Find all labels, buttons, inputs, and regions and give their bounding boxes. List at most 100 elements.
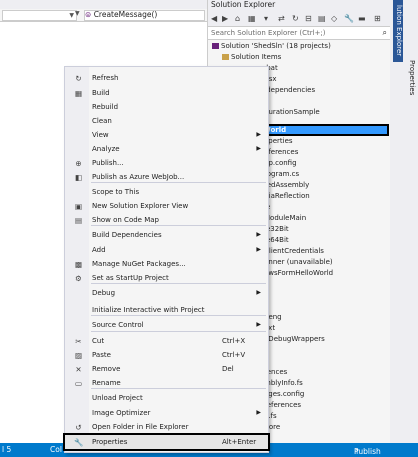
menu-item-label: Build	[92, 89, 110, 97]
menu-item-view[interactable]: View ▶	[65, 128, 268, 142]
menu-item-label: Source Control	[92, 321, 144, 329]
preview-icon[interactable]: ▬	[358, 14, 366, 23]
submenu-arrow-icon: ▶	[256, 289, 261, 296]
menu-item-debug[interactable]: Debug ▶	[65, 286, 268, 300]
menu-item-shortcut: Ctrl+V	[222, 351, 246, 359]
menu-item-image-optimizer[interactable]: Image Optimizer ▶	[65, 406, 268, 420]
tree-item[interactable]: rogram.cs	[264, 169, 299, 180]
search-input[interactable]: Search Solution Explorer (Ctrl+;)	[211, 29, 326, 37]
menu-item-scope-to-this[interactable]: Scope to This	[65, 185, 268, 199]
scissors-icon: ✂	[75, 337, 82, 346]
menu-item-new-solution-explorer-view[interactable]: ▣ New Solution Explorer View	[65, 199, 268, 213]
tree-item[interactable]: gurationSample	[264, 107, 320, 118]
editor-navigation-bar: ▼ ⊜ CreateMessage() ▼	[0, 9, 207, 22]
menu-item-label: Open Folder in File Explorer	[92, 423, 189, 431]
search-icon[interactable]: ⌕	[383, 28, 387, 38]
menu-item-properties[interactable]: 🔧 Properties Alt+Enter	[63, 433, 270, 451]
menu-item-source-control[interactable]: Source Control ▶	[65, 318, 268, 332]
tree-item[interactable]: references	[264, 400, 301, 411]
menu-item-label: Refresh	[92, 74, 119, 82]
menu-separator	[91, 388, 266, 389]
solution-icon	[212, 43, 219, 49]
menu-item-paste[interactable]: ▨ Paste Ctrl+V	[65, 348, 268, 362]
menu-item-build[interactable]: ▦ Build	[65, 86, 268, 100]
menu-item-build-dependencies[interactable]: Build Dependencies ▶	[65, 228, 268, 242]
open-folder-icon: ↺	[75, 423, 82, 432]
rename-icon: ▭	[74, 379, 83, 388]
tree-item[interactable]: ModuleMain	[264, 213, 306, 224]
context-menu: ↻ Refresh ▦ Build Rebuild Clean View ▶ Analyze ▶ ⊕…	[63, 66, 270, 453]
tab-solution-explorer[interactable]: lution Explorer	[393, 0, 403, 62]
menu-separator	[91, 182, 266, 183]
tree-item[interactable]: unner (unavailable)	[264, 257, 333, 268]
menu-item-manage-nuget-packages[interactable]: ▩ Manage NuGet Packages...	[65, 257, 268, 271]
menu-item-label: Add	[92, 246, 106, 254]
collapse-all-icon[interactable]: ⊟	[305, 14, 312, 23]
menu-item-add[interactable]: Add ▶	[65, 243, 268, 257]
menu-item-label: Remove	[92, 365, 121, 373]
menu-item-label: Publish as Azure WebJob...	[92, 173, 185, 181]
paste-icon: ▨	[74, 351, 83, 360]
home-icon[interactable]: ⌂	[235, 14, 240, 23]
properties-icon[interactable]: 🔧	[344, 14, 354, 23]
tree-item[interactable]: .dependencies	[264, 85, 315, 96]
submenu-arrow-icon: ▶	[256, 321, 261, 328]
menu-item-rebuild[interactable]: Rebuild	[65, 100, 268, 114]
forward-icon[interactable]: ▶	[222, 14, 228, 23]
menu-item-publish[interactable]: ⊕ Publish...	[65, 156, 268, 170]
menu-item-label: Analyze	[92, 145, 120, 153]
globe-icon: ⊕	[75, 159, 82, 168]
tree-item[interactable]: Solution Items	[222, 52, 281, 63]
tree-item[interactable]: eferences	[264, 147, 298, 158]
submenu-arrow-icon: ▶	[256, 409, 261, 416]
submenu-arrow-icon: ▶	[256, 145, 261, 152]
auto-hide-pin-icon[interactable]: ⊞	[374, 14, 381, 23]
tree-item[interactable]: tedAssembly	[264, 180, 309, 191]
menu-item-label: Scope to This	[92, 188, 140, 196]
tree-item[interactable]: ClientCredentials	[264, 246, 324, 257]
tree-item[interactable]: eDebugWrappers	[264, 334, 325, 345]
selected-tree-item[interactable]: World	[260, 124, 389, 136]
menu-item-label: New Solution Explorer View	[92, 202, 189, 210]
menu-item-clean[interactable]: Clean	[65, 114, 268, 128]
menu-item-label: View	[92, 131, 109, 139]
menu-item-cut[interactable]: ✂ Cut Ctrl+X	[65, 334, 268, 348]
menu-item-analyze[interactable]: Analyze ▶	[65, 142, 268, 156]
menu-item-unload-project[interactable]: Unload Project	[65, 391, 268, 405]
sync-icon[interactable]: ⇄	[278, 14, 285, 23]
solution-explorer-search[interactable]: Search Solution Explorer (Ctrl+;) ⌕	[208, 27, 391, 40]
azure-webjob-icon: ◧	[74, 173, 83, 182]
tree-item[interactable]: ages.config	[264, 389, 304, 400]
menu-item-label: Image Optimizer	[92, 409, 151, 417]
menu-item-open-folder-in-file-explorer[interactable]: ↺ Open Folder in File Explorer	[65, 420, 268, 434]
view-code-icon[interactable]: ◇	[331, 14, 337, 23]
menu-item-label: Unload Project	[92, 394, 143, 402]
menu-item-shortcut: Del	[222, 365, 234, 373]
menu-item-label: Debug	[92, 289, 116, 297]
menu-separator	[91, 331, 266, 332]
code-map-icon: ▤	[74, 216, 83, 225]
menu-item-label: Publish...	[92, 159, 124, 167]
submenu-arrow-icon: ▶	[256, 131, 261, 138]
menu-item-remove[interactable]: ✕ Remove Del	[65, 362, 268, 376]
refresh-icon[interactable]: ↻	[292, 14, 299, 23]
tree-item[interactable]: owsFormHelloWorld	[264, 268, 333, 279]
nuget-icon: ▩	[74, 260, 83, 269]
menu-item-label: Build Dependencies	[92, 231, 162, 239]
type-dropdown[interactable]: ▼	[2, 10, 77, 21]
switch-views-icon[interactable]: ▦	[248, 14, 256, 23]
tree-item[interactable]: Solution 'ShedSln' (18 projects)	[212, 41, 331, 52]
wrench-icon: 🔧	[74, 438, 84, 447]
menu-separator	[91, 283, 266, 284]
show-all-files-icon[interactable]: ▤	[318, 14, 326, 23]
solution-explorer-title-bar: Solution Explorer	[208, 0, 391, 11]
pending-changes-icon[interactable]: ▾	[264, 14, 268, 23]
build-icon: ▦	[74, 89, 83, 98]
menu-item-refresh[interactable]: ↻ Refresh	[65, 71, 268, 85]
back-icon[interactable]: ◀	[211, 14, 217, 23]
tree-item[interactable]: ViaReflection	[264, 191, 310, 202]
chevron-down-icon: ▼	[69, 12, 74, 19]
tree-item[interactable]: mblyInfo.fs	[264, 378, 303, 389]
tab-properties[interactable]: Properties	[406, 60, 416, 110]
submenu-arrow-icon: ▶	[256, 246, 261, 253]
